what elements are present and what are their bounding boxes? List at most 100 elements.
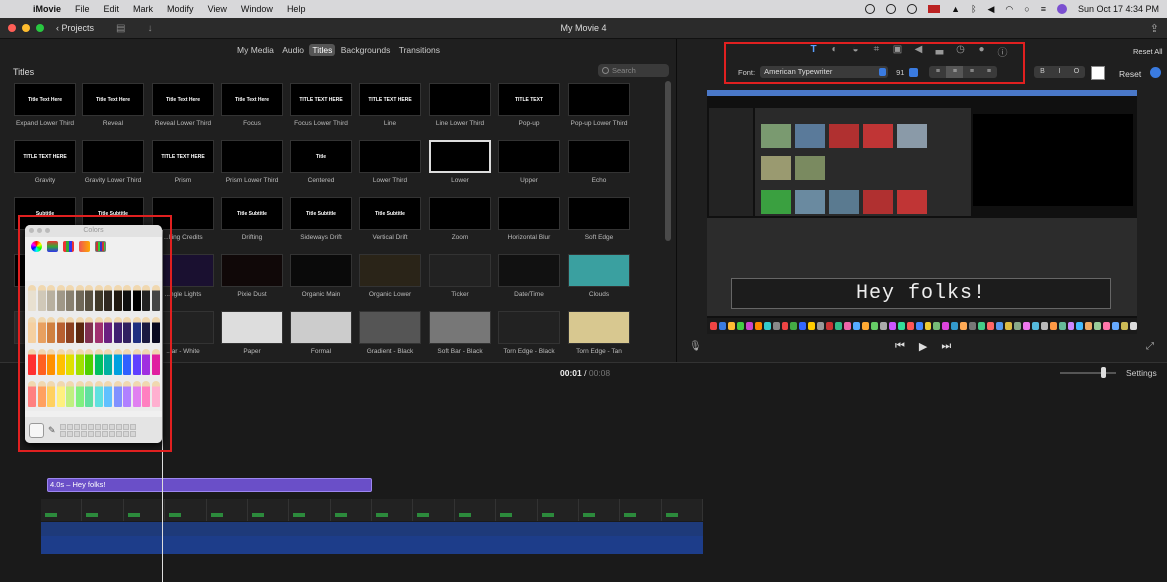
dock-app-icon <box>942 322 950 330</box>
menu-window[interactable]: Window <box>234 4 280 14</box>
menu-file[interactable]: File <box>68 4 97 14</box>
library-toggle-icon[interactable]: ▤ <box>116 23 125 34</box>
video-track[interactable] <box>41 499 703 521</box>
zoom-slider-knob[interactable] <box>1101 367 1106 378</box>
title-thumbnail[interactable]: Title Subtitle <box>290 197 352 230</box>
title-thumbnail[interactable] <box>568 197 630 230</box>
spotlight-icon[interactable]: ○ <box>1024 4 1029 14</box>
title-thumbnail[interactable] <box>429 254 491 287</box>
outline-button[interactable]: O <box>1068 66 1085 78</box>
play-icon[interactable]: ▶ <box>919 340 927 353</box>
dock-app-icon <box>969 322 977 330</box>
record-icon[interactable] <box>865 4 876 14</box>
fullscreen-icon[interactable]: ⤢ <box>1146 341 1154 352</box>
title-thumbnail[interactable] <box>359 254 421 287</box>
title-thumbnail[interactable] <box>498 311 560 344</box>
tab-transitions[interactable]: Transitions <box>396 44 443 56</box>
menu-view[interactable]: View <box>201 4 234 14</box>
title-thumbnail[interactable]: Title Text Here <box>152 83 214 116</box>
app-menu[interactable]: iMovie <box>26 4 68 14</box>
status-icon[interactable] <box>886 4 897 14</box>
menu-mark[interactable]: Mark <box>126 4 160 14</box>
skip-forward-icon[interactable]: ⏭ <box>941 340 951 353</box>
title-label: Torn Edge - Tan <box>576 348 622 355</box>
menu-help[interactable]: Help <box>280 4 313 14</box>
title-thumbnail[interactable]: Title Text Here <box>14 83 76 116</box>
import-icon[interactable]: ↓ <box>147 23 152 34</box>
audio-track[interactable] <box>41 536 703 554</box>
reset-all-button[interactable]: Reset All <box>1133 47 1163 56</box>
title-thumbnail[interactable] <box>290 311 352 344</box>
title-thumbnail[interactable]: Title Subtitle <box>221 197 283 230</box>
title-text-overlay[interactable]: Hey folks! <box>731 278 1111 309</box>
projects-button[interactable]: ‹ Projects <box>56 23 94 33</box>
title-thumbnail[interactable] <box>568 311 630 344</box>
title-thumbnail[interactable]: TITLE TEXT HERE <box>14 140 76 173</box>
title-thumbnail[interactable]: Title <box>290 140 352 173</box>
share-icon[interactable]: ⇪ <box>1150 22 1159 35</box>
title-thumbnail[interactable] <box>290 254 352 287</box>
bluetooth-icon[interactable]: ᛒ <box>971 4 976 14</box>
title-thumbnail[interactable]: Title Text Here <box>82 83 144 116</box>
tab-my-media[interactable]: My Media <box>234 44 277 56</box>
title-thumbnail[interactable] <box>221 140 283 173</box>
clip-frame <box>123 499 166 521</box>
title-thumbnail[interactable]: TITLE TEXT HERE <box>290 83 352 116</box>
title-thumbnail[interactable]: TITLE TEXT <box>498 83 560 116</box>
close-button[interactable] <box>8 24 16 32</box>
tab-backgrounds[interactable]: Backgrounds <box>338 44 394 56</box>
clock[interactable]: Sun Oct 17 4:34 PM <box>1078 4 1159 14</box>
menu-edit[interactable]: Edit <box>97 4 127 14</box>
tab-audio[interactable]: Audio <box>279 44 307 56</box>
apply-check-icon[interactable] <box>1150 67 1161 78</box>
title-thumbnail[interactable] <box>359 311 421 344</box>
title-thumbnail[interactable] <box>498 254 560 287</box>
reset-button[interactable]: Reset <box>1119 69 1141 79</box>
title-thumbnail[interactable] <box>429 311 491 344</box>
title-thumbnail[interactable] <box>498 140 560 173</box>
video-preview[interactable]: Hey folks! <box>707 90 1137 334</box>
title-thumbnail[interactable]: TITLE TEXT HERE <box>152 140 214 173</box>
title-thumbnail[interactable]: TITLE TEXT HERE <box>359 83 421 116</box>
volume-icon[interactable]: ◀ <box>987 4 994 15</box>
clock-status-icon[interactable] <box>907 4 918 14</box>
title-thumbnail[interactable] <box>221 311 283 344</box>
search-input[interactable]: Search <box>598 64 669 77</box>
title-thumbnail[interactable] <box>568 140 630 173</box>
clip-frame <box>165 499 207 521</box>
tab-titles[interactable]: Titles <box>309 44 336 56</box>
text-color-swatch[interactable] <box>1091 66 1105 80</box>
title-thumbnail[interactable] <box>429 197 491 230</box>
title-thumbnail[interactable] <box>221 254 283 287</box>
title-thumbnail[interactable] <box>429 83 491 116</box>
title-thumbnail[interactable] <box>82 140 144 173</box>
skip-back-icon[interactable]: ⏮ <box>895 340 905 353</box>
settings-button[interactable]: Settings <box>1126 368 1157 378</box>
control-center-icon[interactable]: ≡ <box>1041 4 1046 14</box>
zoom-button[interactable] <box>36 24 44 32</box>
preview-screen-sidebar <box>709 108 753 216</box>
zoom-slider-track[interactable] <box>1060 372 1116 374</box>
dock-app-icon <box>906 322 914 330</box>
title-clip[interactable]: 4.0s – Hey folks! <box>47 478 372 492</box>
title-thumbnail[interactable] <box>429 140 491 173</box>
flag-icon[interactable] <box>928 5 941 13</box>
eject-icon[interactable]: ▲ <box>951 4 960 14</box>
title-thumbnail[interactable] <box>568 254 630 287</box>
wifi-icon[interactable]: ◠ <box>1005 4 1013 15</box>
minimize-button[interactable] <box>22 24 30 32</box>
bold-button[interactable]: B <box>1034 66 1051 78</box>
title-thumbnail[interactable]: Title Subtitle <box>359 197 421 230</box>
menu-modify[interactable]: Modify <box>160 4 201 14</box>
title-label: Soft Edge <box>584 234 614 241</box>
italic-button[interactable]: I <box>1051 66 1068 78</box>
browser-scrollbar[interactable] <box>665 81 671 241</box>
audio-waveform[interactable] <box>41 522 703 536</box>
dock-app-icon <box>763 322 771 330</box>
microphone-icon[interactable]: 🎙 <box>689 341 702 352</box>
title-thumbnail[interactable] <box>359 140 421 173</box>
title-thumbnail[interactable] <box>568 83 630 116</box>
siri-icon[interactable] <box>1056 4 1067 14</box>
title-thumbnail[interactable]: Title Text Here <box>221 83 283 116</box>
title-thumbnail[interactable] <box>498 197 560 230</box>
